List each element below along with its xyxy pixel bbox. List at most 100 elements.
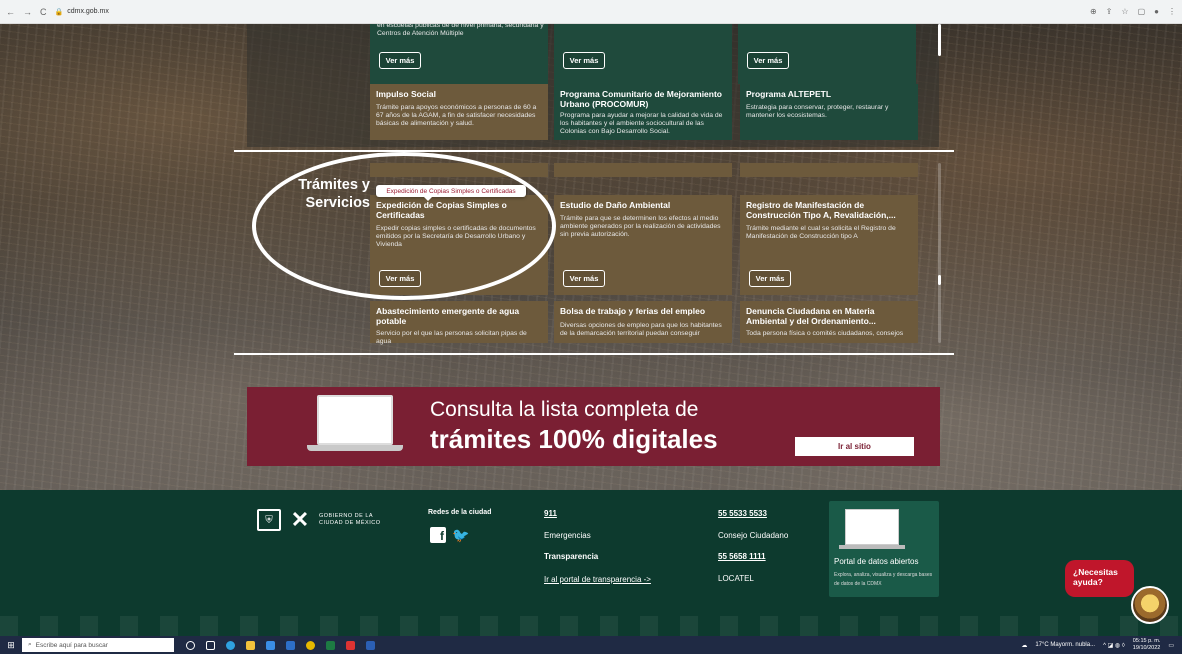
card-desc: Servicio por el que las personas solicit…	[376, 330, 527, 345]
weather-icon[interactable]: ☁	[1021, 642, 1027, 649]
program-card-altepetl[interactable]: Programa ALTEPETL Estrategia para conser…	[740, 84, 918, 140]
clock-time: 05:15 p. m.	[1132, 638, 1161, 644]
menu-icon[interactable]: ⋮	[1168, 7, 1176, 16]
twitter-icon[interactable]: 🐦	[452, 527, 470, 543]
tramite-card-top-strip	[554, 163, 732, 177]
carousel-scrollbar-thumb[interactable]	[938, 275, 941, 285]
tramite-card-bolsa-trabajo[interactable]: Bolsa de trabajo y ferias del empleo Div…	[554, 301, 732, 343]
cdmx-logo[interactable]: ⛨ ✕ GOBIERNO DE LA CIUDAD DE MÉXICO	[257, 507, 380, 533]
help-avatar-icon[interactable]	[1131, 586, 1169, 624]
star-icon[interactable]: ☆	[1121, 7, 1128, 16]
footer-pattern	[0, 616, 1182, 636]
program-card-procomur[interactable]: Programa Comunitario de Mejoramiento Urb…	[554, 84, 732, 140]
weather-text[interactable]: 17°C Mayorm. nubla...	[1035, 642, 1095, 648]
reload-icon[interactable]: C	[40, 7, 47, 17]
ver-mas-button[interactable]: Ver más	[749, 270, 791, 287]
cdmx-emblem-icon: ✕	[290, 507, 310, 532]
browser-toolbar: ← → C 🔒 cdmx.gob.mx ⊕ ⇪ ☆ ▢ ● ⋮	[0, 0, 1182, 24]
forward-icon[interactable]: →	[23, 7, 32, 17]
chrome-icon[interactable]	[306, 640, 315, 650]
emergencias-label: Emergencias	[544, 531, 591, 540]
system-tray: ☁ 17°C Mayorm. nubla... ^ ◪ ◍ ◊ 05:15 p.…	[1021, 638, 1182, 652]
laptop-illustration	[839, 509, 905, 551]
consejo-label: Consejo Ciudadano	[718, 531, 789, 540]
carousel-scrollbar[interactable]	[938, 24, 941, 56]
share-icon[interactable]: ⇪	[1106, 7, 1113, 16]
clock[interactable]: 05:15 p. m. 19/10/2022	[1133, 638, 1161, 652]
file-explorer-icon[interactable]	[246, 640, 255, 650]
windows-start-icon[interactable]: ⊞	[0, 640, 22, 651]
phone-consejo-link[interactable]: 55 5533 5533	[718, 509, 767, 518]
card-title: Impulso Social	[376, 89, 436, 99]
browser-actions: ⊕ ⇪ ☆ ▢ ● ⋮	[1090, 7, 1176, 16]
word-icon[interactable]	[366, 640, 375, 650]
transparencia-label: Transparencia	[544, 552, 599, 561]
ver-mas-button[interactable]: Ver más	[563, 52, 605, 69]
url-text: cdmx.gob.mx	[67, 8, 109, 15]
card-title: Denuncia Ciudadana en Materia Ambiental …	[746, 306, 876, 326]
notifications-icon[interactable]: ▭	[1168, 642, 1174, 649]
social-links: f 🐦	[430, 527, 470, 543]
store-icon[interactable]	[266, 640, 275, 650]
program-card-desc: en escuelas públicas de de nivel primari…	[377, 22, 544, 37]
gov-line: CIUDAD DE MÉXICO	[319, 520, 381, 526]
redes-label: Redes de la ciudad	[428, 509, 492, 516]
address-bar[interactable]: 🔒 cdmx.gob.mx	[55, 8, 109, 16]
section-divider	[234, 353, 954, 355]
taskbar-apps	[186, 640, 375, 650]
tramite-card-denuncia[interactable]: Denuncia Ciudadana en Materia Ambiental …	[740, 301, 918, 343]
card-desc: Estrategia para conservar, proteger, res…	[746, 104, 889, 119]
program-card-impulso-social[interactable]: Impulso Social Trámite para apoyos econó…	[370, 84, 548, 140]
shield-icon: ⛨	[257, 509, 281, 531]
phone-911-link[interactable]: 911	[544, 509, 557, 518]
card-desc: Trámite para apoyos económicos a persona…	[376, 104, 537, 127]
mail-icon[interactable]	[286, 640, 295, 650]
card-title: Registro de Manifestación de Construcció…	[746, 200, 896, 220]
pdf-icon[interactable]	[346, 640, 355, 650]
card-title: Estudio de Daño Ambiental	[560, 200, 671, 210]
sidebar-icon[interactable]: ▢	[1138, 7, 1146, 16]
card-title: Programa Comunitario de Mejoramiento Urb…	[560, 89, 722, 109]
portal-datos-abiertos-card[interactable]: Portal de datos abiertos Explora, analiz…	[829, 501, 939, 597]
footer	[0, 490, 1182, 636]
tramite-card-top-strip	[740, 163, 918, 177]
edge-icon[interactable]	[226, 640, 235, 650]
card-desc: Diversas opciones de empleo para que los…	[560, 322, 722, 337]
ir-al-sitio-button[interactable]: Ir al sitio	[795, 437, 914, 456]
cortana-icon[interactable]	[186, 640, 195, 650]
tramite-card-agua[interactable]: Abastecimiento emergente de agua potable…	[370, 301, 548, 345]
banner-line2: trámites 100% digitales	[430, 424, 718, 454]
portal-title: Portal de datos abiertos	[834, 557, 919, 566]
laptop-illustration	[307, 395, 403, 457]
card-desc: Trámite mediante el cual se solicita el …	[746, 225, 896, 240]
ver-mas-button[interactable]: Ver más	[563, 270, 605, 287]
taskbar-search[interactable]: ⌕ Escribe aquí para buscar	[22, 638, 174, 652]
phone-locatel-link[interactable]: 55 5658 1111	[718, 552, 766, 561]
gov-text: GOBIERNO DE LA CIUDAD DE MÉXICO	[319, 513, 380, 527]
card-title: Bolsa de trabajo y ferias del empleo	[560, 306, 706, 316]
back-icon[interactable]: ←	[6, 7, 15, 17]
help-chat-bubble[interactable]: ¿Necesitas ayuda?	[1065, 560, 1134, 597]
facebook-icon[interactable]: f	[430, 527, 446, 543]
ver-mas-button[interactable]: Ver más	[747, 52, 789, 69]
gov-line: GOBIERNO DE LA	[319, 513, 374, 519]
ver-mas-button[interactable]: Ver más	[379, 52, 421, 69]
banner-line1: Consulta la lista completa de	[430, 398, 699, 421]
card-desc: Toda persona física o comités ciudadanos…	[746, 330, 904, 337]
portal-transparencia-link[interactable]: Ir al portal de transparencia ->	[544, 575, 651, 584]
highlight-circle	[252, 152, 556, 300]
search-icon: ⌕	[28, 641, 32, 648]
section-divider	[234, 150, 954, 152]
clock-date: 19/10/2022	[1132, 645, 1161, 651]
browser-nav: ← → C	[6, 7, 47, 17]
task-view-icon[interactable]	[206, 640, 215, 650]
profile-icon[interactable]: ●	[1154, 7, 1159, 16]
tray-icons[interactable]: ^ ◪ ◍ ◊	[1103, 642, 1125, 649]
search-placeholder: Escribe aquí para buscar	[35, 641, 108, 649]
zoom-icon[interactable]: ⊕	[1090, 7, 1097, 16]
card-title: Abastecimiento emergente de agua potable	[376, 306, 520, 326]
carousel-scrollbar[interactable]	[938, 163, 941, 343]
locatel-label: LOCATEL	[718, 574, 754, 583]
excel-icon[interactable]	[326, 640, 335, 650]
card-desc: Programa para ayudar a mejorar la calida…	[560, 112, 723, 135]
